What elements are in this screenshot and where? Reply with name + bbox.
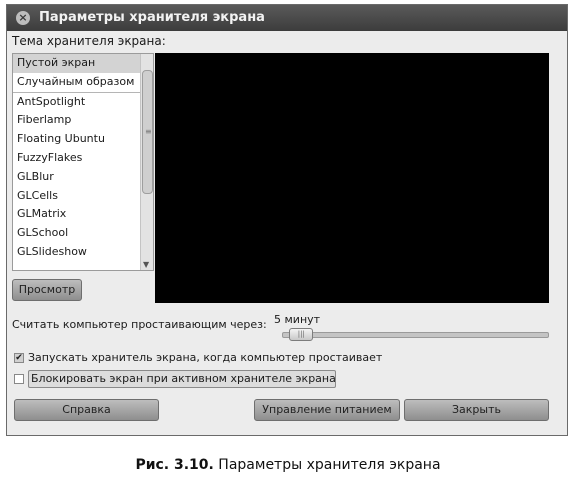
- activate-label: Запускать хранитель экрана, когда компью…: [28, 351, 383, 364]
- activate-checkbox[interactable]: ✔: [14, 353, 24, 363]
- list-item-random[interactable]: Случайным образом: [13, 73, 153, 92]
- idle-time-label: Считать компьютер простаивающим через:: [12, 318, 267, 331]
- screensaver-preview-area: [155, 53, 549, 303]
- title-bar: × Параметры хранителя экрана: [7, 5, 567, 31]
- list-scrollbar[interactable]: ≡ ▼: [140, 54, 153, 270]
- figure-caption: Рис. 3.10. Параметры хранителя экрана: [0, 457, 576, 473]
- list-item[interactable]: Floating Ubuntu: [13, 130, 153, 149]
- close-button[interactable]: Закрыть: [404, 399, 549, 421]
- theme-list-label: Тема хранителя экрана:: [12, 34, 166, 48]
- list-item[interactable]: GLMatrix: [13, 205, 153, 224]
- list-item[interactable]: GLBlur: [13, 168, 153, 187]
- list-item[interactable]: GLSchool: [13, 224, 153, 243]
- list-item[interactable]: AntSpotlight: [13, 91, 153, 112]
- caption-text: Параметры хранителя экрана: [213, 457, 441, 473]
- power-management-button[interactable]: Управление питанием: [254, 399, 400, 421]
- list-item[interactable]: GLSlideshow: [13, 243, 153, 262]
- list-item-blank[interactable]: Пустой экран: [13, 54, 153, 73]
- scrollbar-thumb[interactable]: ≡: [142, 70, 153, 194]
- theme-list[interactable]: Пустой экран Случайным образом AntSpotli…: [12, 53, 154, 271]
- preview-button[interactable]: Просмотр: [12, 279, 82, 301]
- scroll-down-arrow-icon[interactable]: ▼: [143, 260, 149, 269]
- list-item[interactable]: GLCells: [13, 187, 153, 206]
- idle-time-slider[interactable]: [282, 332, 549, 338]
- idle-time-value: 5 минут: [274, 313, 321, 326]
- lock-label[interactable]: Блокировать экран при активном хранителе…: [28, 370, 336, 388]
- help-button[interactable]: Справка: [14, 399, 159, 421]
- list-item[interactable]: FuzzyFlakes: [13, 149, 153, 168]
- lock-checkbox[interactable]: [14, 374, 24, 384]
- caption-number: Рис. 3.10.: [135, 457, 214, 473]
- close-window-icon[interactable]: ×: [16, 11, 30, 25]
- grip-icon: ≡: [145, 127, 152, 136]
- list-item[interactable]: Fiberlamp: [13, 111, 153, 130]
- window-title: Параметры хранителя экрана: [39, 10, 265, 25]
- slider-handle[interactable]: |||: [289, 328, 314, 341]
